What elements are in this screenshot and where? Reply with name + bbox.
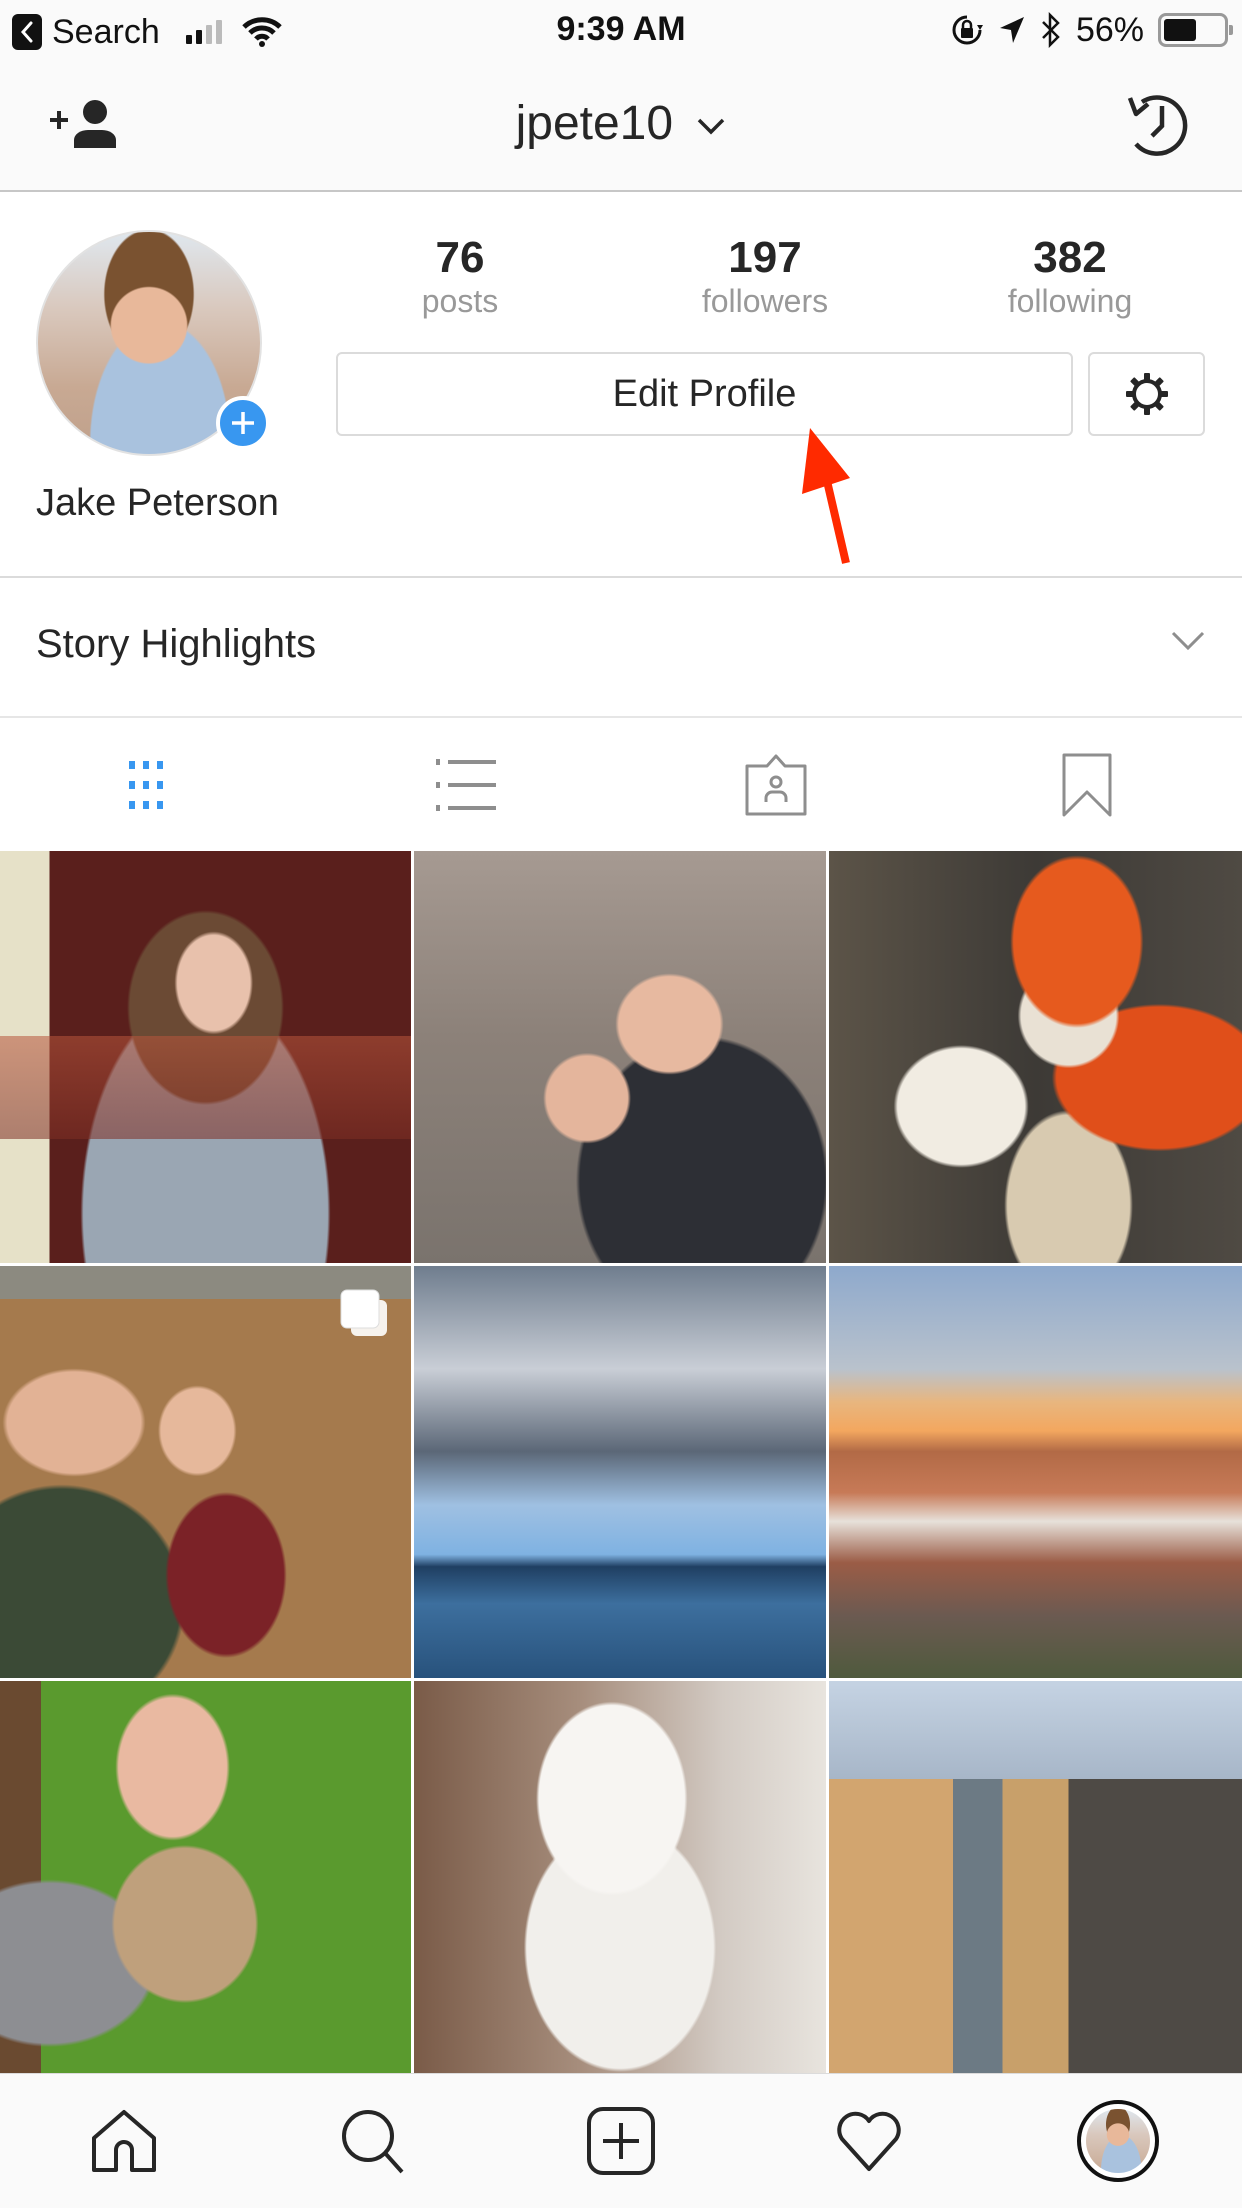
tab-saved[interactable] (932, 718, 1242, 851)
post-thumbnail[interactable] (0, 1266, 411, 1678)
post-thumbnail[interactable] (0, 1681, 411, 2073)
stat-label: followers (701, 283, 829, 319)
post-thumbnail[interactable] (829, 1681, 1242, 2073)
search-icon (341, 2110, 404, 2174)
nav-new-post[interactable] (497, 2074, 745, 2208)
stat-value: 197 (728, 233, 802, 282)
location-icon (999, 17, 1024, 43)
tagged-icon (745, 754, 807, 815)
nav-home[interactable] (0, 2074, 248, 2208)
orientation-lock-icon (952, 15, 983, 45)
tab-tagged[interactable] (621, 718, 932, 851)
tab-list[interactable] (311, 718, 622, 851)
post-thumbnail[interactable] (829, 1266, 1242, 1678)
story-highlights-row[interactable]: Story Highlights (0, 578, 1242, 718)
grid-icon (129, 760, 164, 809)
settings-button[interactable] (1088, 352, 1205, 436)
tab-grid[interactable] (0, 718, 311, 851)
stat-posts[interactable]: 76 posts (350, 234, 570, 320)
profile-avatar-small (1076, 2100, 1159, 2182)
stat-value: 76 (435, 233, 485, 282)
post-thumbnail[interactable] (0, 851, 411, 1263)
post-thumbnail[interactable] (414, 1681, 826, 2073)
stat-followers[interactable]: 197 followers (655, 234, 875, 320)
plus-icon (232, 412, 254, 434)
list-icon (435, 758, 496, 811)
top-nav: jpete10 (0, 62, 1242, 192)
post-thumbnail[interactable] (829, 851, 1242, 1263)
battery-icon (1158, 13, 1233, 47)
bottom-tab-bar (0, 2073, 1242, 2208)
heart-icon (837, 2111, 902, 2171)
multiple-photos-icon (340, 1289, 387, 1336)
stat-following[interactable]: 382 following (960, 234, 1180, 320)
post-thumbnail[interactable] (414, 851, 826, 1263)
story-highlights-title: Story Highlights (36, 622, 317, 666)
bluetooth-icon (1042, 12, 1060, 48)
edit-profile-button[interactable]: Edit Profile (336, 352, 1073, 436)
username-title: jpete10 (515, 97, 674, 150)
profile-tabs (0, 718, 1242, 851)
battery-percent: 56% (1075, 10, 1144, 49)
battery-fill (1164, 19, 1197, 41)
gear-icon (1125, 373, 1168, 415)
stat-value: 382 (1033, 233, 1107, 282)
posts-grid (0, 851, 1242, 2073)
chevron-down-icon[interactable] (1170, 628, 1206, 652)
nav-activity[interactable] (745, 2074, 993, 2208)
status-bar: Search 9:39 AM 56% (0, 0, 1242, 62)
chevron-down-icon (698, 119, 725, 135)
account-switcher[interactable]: jpete10 (0, 96, 1242, 151)
stat-label: following (1007, 283, 1133, 319)
post-thumbnail[interactable] (414, 1266, 826, 1678)
stat-label: posts (421, 283, 499, 319)
home-icon (92, 2110, 157, 2172)
plus-square-icon (587, 2107, 656, 2175)
nav-profile[interactable] (994, 2074, 1242, 2208)
nav-search[interactable] (248, 2074, 496, 2208)
profile-header: Jake Peterson 76 posts 197 followers 382… (0, 192, 1242, 578)
bookmark-icon (1062, 753, 1112, 816)
profile-stats: 76 posts 197 followers 382 following (390, 234, 1180, 320)
archive-button[interactable] (1124, 88, 1196, 160)
history-icon (1127, 95, 1188, 156)
full-name: Jake Peterson (36, 482, 279, 524)
annotation-arrow (802, 428, 850, 564)
add-story-button[interactable] (216, 396, 270, 450)
